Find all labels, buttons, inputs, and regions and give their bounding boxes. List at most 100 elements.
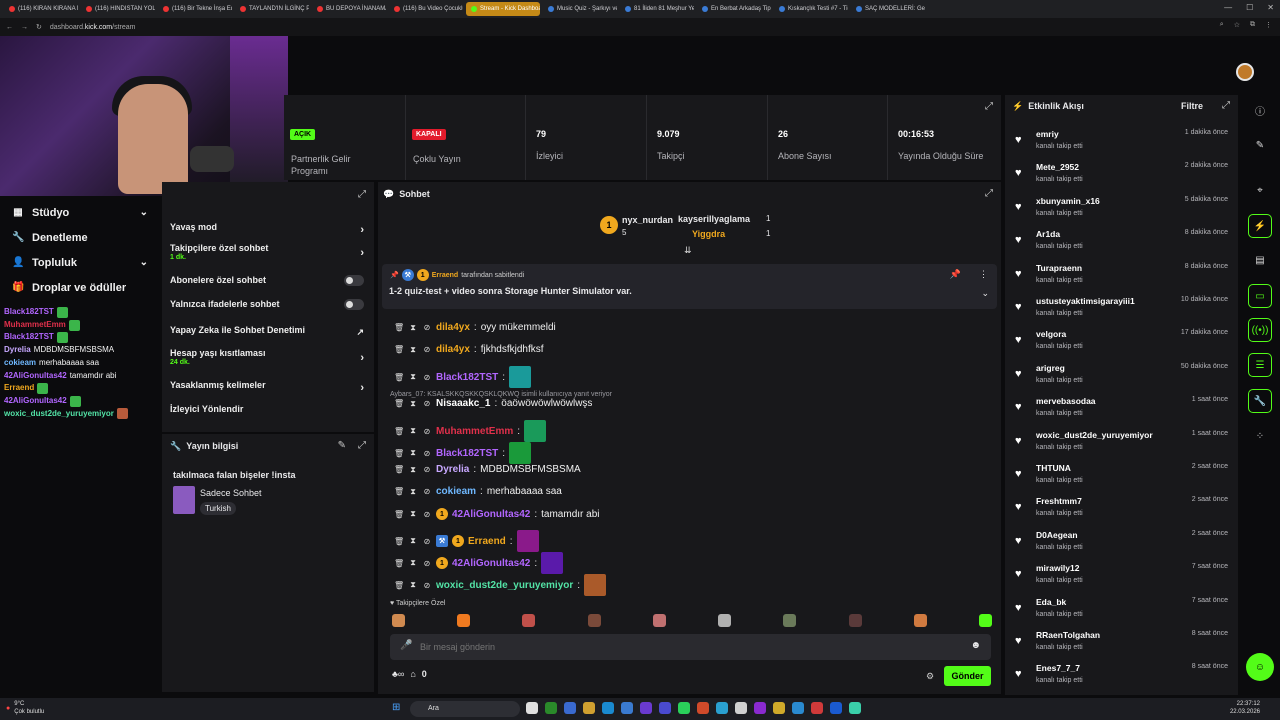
- timeout-icon[interactable]: ⧗: [408, 372, 418, 382]
- timeout-icon[interactable]: ⧗: [408, 448, 418, 458]
- taskbar-app-icon[interactable]: [678, 702, 690, 714]
- support-icon[interactable]: ☺: [1246, 653, 1274, 681]
- ban-icon[interactable]: ⊘: [422, 581, 432, 590]
- chat-username[interactable]: Black182TST: [436, 372, 498, 383]
- emote[interactable]: [652, 614, 666, 627]
- back-icon[interactable]: ←: [6, 24, 13, 31]
- delete-icon[interactable]: 🗑: [394, 537, 404, 546]
- taskbar-app-icon[interactable]: [545, 702, 557, 714]
- emote[interactable]: [522, 614, 536, 627]
- timeout-icon[interactable]: ⧗: [408, 509, 418, 519]
- timeout-icon[interactable]: ⧗: [408, 323, 418, 333]
- emote[interactable]: [913, 614, 927, 627]
- delete-icon[interactable]: 🗑: [394, 449, 404, 458]
- taskbar-app-icon[interactable]: [659, 702, 671, 714]
- browser-tab[interactable]: Music Quiz - Şarkıyı veya: [543, 2, 617, 16]
- browser-tab[interactable]: En Berbat Arkadaş Tipi?: [697, 2, 771, 16]
- chat-input-box[interactable]: 🎤 ☻: [390, 634, 991, 660]
- wrench-icon[interactable]: 🔧: [1248, 389, 1272, 413]
- emote[interactable]: [848, 614, 862, 627]
- ban-icon[interactable]: ⊘: [422, 427, 432, 436]
- follower-name[interactable]: Enes7_7_7: [1036, 663, 1080, 673]
- menu-icon[interactable]: ⋮: [1265, 21, 1272, 29]
- top-gifter-name[interactable]: nyx_nurdan: [622, 215, 673, 225]
- taskbar-app-icon[interactable]: [526, 702, 538, 714]
- emote[interactable]: [978, 614, 992, 627]
- forward-icon[interactable]: →: [21, 24, 28, 31]
- browser-tab[interactable]: TAYLAND'IN İLGİNÇ PAZ: [235, 2, 309, 16]
- delete-icon[interactable]: 🗑: [394, 345, 404, 354]
- toggle-switch[interactable]: [344, 275, 364, 286]
- chat-username[interactable]: 42AliGonultas42: [452, 509, 530, 520]
- setting-row[interactable]: Yapay Zeka ile Sohbet Denetimi ↗: [170, 325, 366, 337]
- chat-username[interactable]: Erraend: [468, 536, 506, 547]
- unpin-icon[interactable]: 📌: [950, 269, 961, 280]
- timeout-icon[interactable]: ⧗: [408, 558, 418, 568]
- status-badge[interactable]: KAPALI: [412, 129, 446, 140]
- chat-username[interactable]: 42AliGonultas42: [452, 558, 530, 569]
- url-field[interactable]: dashboard.kick.com/stream: [50, 24, 136, 31]
- setting-row[interactable]: Yalnızca ifadelerle sohbet: [170, 299, 366, 310]
- chat-username[interactable]: MuhammetEmm: [436, 426, 513, 437]
- ban-icon[interactable]: ⊘: [422, 373, 432, 382]
- follower-name[interactable]: velgora: [1036, 329, 1066, 339]
- ban-icon[interactable]: ⊘: [422, 559, 432, 568]
- chat-username[interactable]: cokieam: [436, 486, 476, 497]
- follower-name[interactable]: xbunyamin_x16: [1036, 196, 1100, 206]
- taskbar-app-icon[interactable]: [773, 702, 785, 714]
- browser-tab[interactable]: (116) Bu Video Çocukluk T: [389, 2, 463, 16]
- chat-username[interactable]: woxic_dust2de_yuruyemiyor: [436, 580, 573, 591]
- browser-tab[interactable]: Stream - Kick Dashboard: [466, 2, 540, 16]
- browser-tab[interactable]: 81 İliden 81 Meşhur Yemek: [620, 2, 694, 16]
- taskbar-app-icon[interactable]: [602, 702, 614, 714]
- delete-icon[interactable]: 🗑: [394, 559, 404, 568]
- follower-name[interactable]: mirawily12: [1036, 563, 1079, 573]
- setting-row[interactable]: Yasaklanmış kelimeler ›: [170, 380, 366, 394]
- emote[interactable]: [457, 614, 471, 627]
- follower-name[interactable]: THTUNA: [1036, 463, 1071, 473]
- info-icon[interactable]: ⓘ: [1248, 98, 1272, 122]
- zoom-icon[interactable]: ⌕: [1220, 21, 1224, 29]
- extensions-icon[interactable]: ⧉: [1250, 21, 1255, 29]
- reload-icon[interactable]: ↻: [36, 23, 42, 31]
- browser-tab[interactable]: (116) HINDISTAN YOLCU: [81, 2, 155, 16]
- chevron-down-icon[interactable]: ⌄: [981, 288, 989, 299]
- emote[interactable]: [587, 614, 601, 627]
- ban-icon[interactable]: ⊘: [422, 537, 432, 546]
- edit-icon[interactable]: ✎: [338, 440, 346, 451]
- menu-item[interactable]: 👤 Topluluk ⌄: [0, 250, 160, 275]
- follower-name[interactable]: Turapraenn: [1036, 263, 1082, 273]
- taskbar-app-icon[interactable]: [640, 702, 652, 714]
- timeout-icon[interactable]: ⧗: [408, 426, 418, 436]
- pencil-icon[interactable]: ✎: [1248, 133, 1272, 157]
- category-name[interactable]: Sadece Sohbet: [200, 488, 262, 498]
- browser-tab[interactable]: BU DEPOYA İNANAMAYA: [312, 2, 386, 16]
- setting-row[interactable]: Yavaş mod ›: [170, 222, 366, 236]
- delete-icon[interactable]: 🗑: [394, 510, 404, 519]
- chat-username[interactable]: dila4yx: [436, 322, 470, 333]
- follower-name[interactable]: woxic_dust2de_yuruyemiyor: [1036, 430, 1153, 440]
- menu-item[interactable]: 🎁 Droplar ve ödüller: [0, 275, 160, 300]
- toggle-switch[interactable]: [344, 299, 364, 310]
- chat-username[interactable]: dila4yx: [436, 344, 470, 355]
- minimize-icon[interactable]: —: [1224, 3, 1232, 12]
- menu-item[interactable]: 🔧 Denetleme: [0, 225, 160, 250]
- emote[interactable]: [718, 614, 732, 627]
- timeout-icon[interactable]: ⧗: [408, 536, 418, 546]
- list-icon[interactable]: ☰: [1248, 353, 1272, 377]
- delete-icon[interactable]: 🗑: [394, 465, 404, 474]
- setting-row[interactable]: Takipçilere özel sohbet 1 dk. ›: [170, 243, 366, 261]
- apps-icon[interactable]: ⁘: [1248, 424, 1272, 448]
- browser-tab[interactable]: (116) KIRAN KIRANA MÜC: [4, 2, 78, 16]
- timeout-icon[interactable]: ⧗: [408, 399, 418, 409]
- lightning-icon[interactable]: ⚡: [1248, 214, 1272, 238]
- follower-name[interactable]: RRaenTolgahan: [1036, 630, 1100, 640]
- setting-row[interactable]: Hesap yaşı kısıtlaması 24 dk. ›: [170, 348, 366, 366]
- star-icon[interactable]: ☆: [1234, 21, 1240, 29]
- chat-username[interactable]: Black182TST: [436, 448, 498, 459]
- chat-icon[interactable]: ▭: [1248, 284, 1272, 308]
- taskbar-app-icon[interactable]: [849, 702, 861, 714]
- broadcast-icon[interactable]: ((•)): [1248, 318, 1272, 342]
- mic-icon[interactable]: 🎤: [400, 640, 412, 651]
- taskbar-app-icon[interactable]: [583, 702, 595, 714]
